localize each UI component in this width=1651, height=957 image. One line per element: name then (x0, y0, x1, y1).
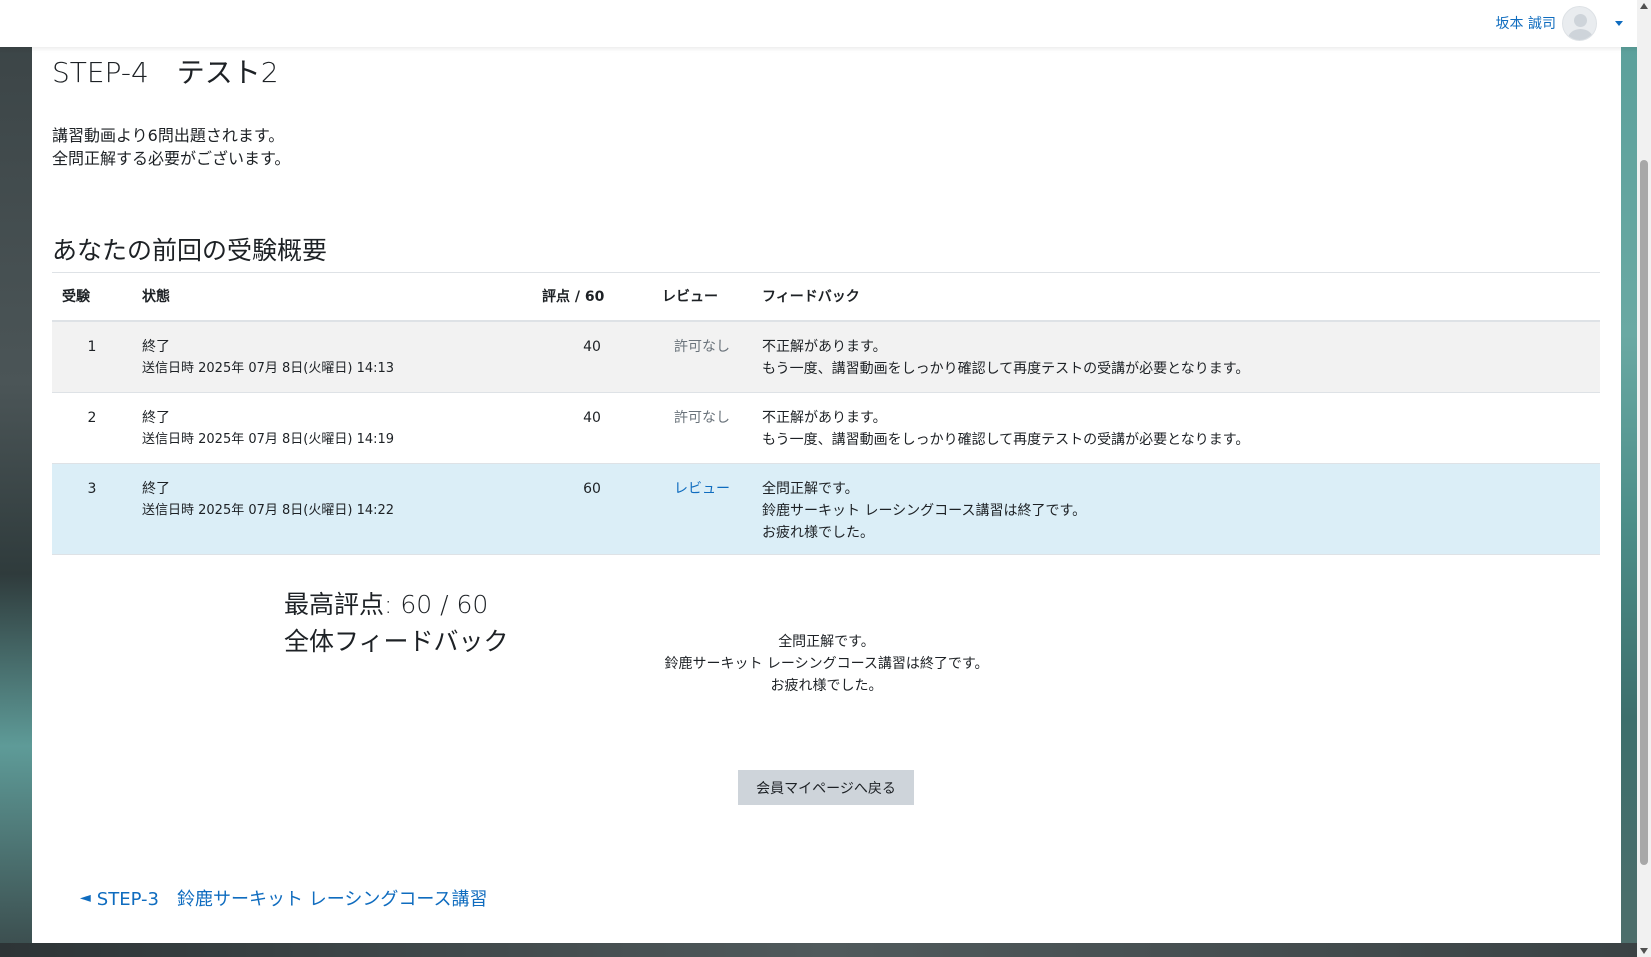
quiz-intro: 講習動画より6問出題されます。 全問正解する必要がございます。 (52, 124, 290, 170)
attempt-feedback: 不正解があります。 もう一度、講習動画をしっかり確認して再度テストの受講が必要と… (752, 320, 1600, 393)
attempt-number: 2 (52, 392, 132, 464)
header-attempt: 受験 (52, 272, 132, 322)
main-content: STEP-4 テスト2 講習動画より6問出題されます。 全問正解する必要がござい… (32, 47, 1621, 943)
attempt-number: 1 (52, 320, 132, 393)
background-left (0, 0, 32, 957)
attempt-review: 許可なし (652, 392, 752, 464)
state-label: 終了 (142, 338, 170, 355)
attempt-feedback: 不正解があります。 もう一度、講習動画をしっかり確認して再度テストの受講が必要と… (752, 392, 1600, 464)
feedback-line: もう一度、講習動画をしっかり確認して再度テストの受講が必要となります。 (762, 360, 1250, 377)
prev-activity-label: STEP-3 鈴鹿サーキット レーシングコース講習 (96, 889, 488, 910)
caret-down-icon[interactable] (1615, 20, 1623, 26)
feedback-line: 鈴鹿サーキット レーシングコース講習は終了です。 (762, 502, 1087, 519)
attempt-state: 終了 送信日時 2025年 07月 8日(火曜日) 14:13 (132, 320, 532, 393)
table-row: 1 終了 送信日時 2025年 07月 8日(火曜日) 14:13 40 許可な… (52, 320, 1600, 393)
attempt-grade: 40 (532, 320, 652, 393)
attempt-state: 終了 送信日時 2025年 07月 8日(火曜日) 14:19 (132, 392, 532, 464)
user-menu[interactable]: 坂本 誠司 (1496, 5, 1623, 41)
back-to-mypage-button[interactable]: 会員マイページへ戻る (738, 770, 914, 805)
table-row: 2 終了 送信日時 2025年 07月 8日(火曜日) 14:19 40 許可な… (52, 392, 1600, 464)
header-feedback: フィードバック (752, 272, 1600, 322)
table-header-row: 受験 状態 評点 / 60 レビュー フィードバック (52, 272, 1600, 322)
attempt-grade: 60 (532, 463, 652, 555)
scroll-up-icon[interactable] (1640, 3, 1648, 9)
submitted-time: 送信日時 2025年 07月 8日(火曜日) 14:22 (142, 502, 395, 518)
attempt-state: 終了 送信日時 2025年 07月 8日(火曜日) 14:22 (132, 463, 532, 555)
left-arrow-icon: ◄ (80, 890, 91, 906)
overall-feedback-line: お疲れ様でした。 (770, 678, 883, 694)
feedback-line: 不正解があります。 (762, 409, 887, 426)
attempt-feedback: 全問正解です。 鈴鹿サーキット レーシングコース講習は終了です。 お疲れ様でした… (752, 463, 1600, 555)
feedback-line: 全問正解です。 (762, 480, 859, 497)
scroll-thumb[interactable] (1640, 160, 1648, 865)
overall-feedback-line: 全問正解です。 (778, 634, 875, 650)
submitted-time: 送信日時 2025年 07月 8日(火曜日) 14:19 (142, 431, 395, 447)
summary-title: あなたの前回の受験概要 (52, 236, 328, 265)
page-title: STEP-4 テスト2 (52, 56, 279, 89)
top-navbar: 坂本 誠司 (0, 0, 1651, 47)
feedback-line: お疲れ様でした。 (762, 524, 874, 541)
header-review: レビュー (652, 272, 752, 322)
header-state: 状態 (132, 272, 532, 322)
scroll-down-icon[interactable] (1640, 948, 1648, 954)
overall-feedback: 全問正解です。 鈴鹿サーキット レーシングコース講習は終了です。 お疲れ様でした… (32, 631, 1621, 697)
best-grade: 最高評点: 60 / 60 (284, 590, 489, 619)
submitted-time: 送信日時 2025年 07月 8日(火曜日) 14:13 (142, 360, 395, 376)
avatar[interactable] (1562, 5, 1597, 41)
scrollbar[interactable] (1637, 0, 1651, 957)
feedback-line: 不正解があります。 (762, 338, 887, 355)
attempt-review: 許可なし (652, 320, 752, 393)
attempt-number: 3 (52, 463, 132, 555)
state-label: 終了 (142, 409, 170, 426)
overall-feedback-line: 鈴鹿サーキット レーシングコース講習は終了です。 (664, 656, 989, 672)
background-bottom (0, 943, 1651, 957)
intro-line: 講習動画より6問出題されます。 (52, 126, 285, 145)
user-name[interactable]: 坂本 誠司 (1496, 13, 1556, 33)
attempts-table: 受験 状態 評点 / 60 レビュー フィードバック 1 終了 送信日時 202… (52, 272, 1600, 555)
header-grade: 評点 / 60 (532, 272, 652, 322)
state-label: 終了 (142, 480, 170, 497)
feedback-line: もう一度、講習動画をしっかり確認して再度テストの受講が必要となります。 (762, 431, 1250, 448)
attempt-review: レビュー (652, 463, 752, 555)
table-row-best: 3 終了 送信日時 2025年 07月 8日(火曜日) 14:22 60 レビュ… (52, 463, 1600, 555)
attempt-grade: 40 (532, 392, 652, 464)
intro-line: 全問正解する必要がございます。 (52, 149, 291, 168)
review-link[interactable]: レビュー (674, 481, 730, 497)
prev-activity-link[interactable]: ◄ STEP-3 鈴鹿サーキット レーシングコース講習 (80, 885, 487, 911)
